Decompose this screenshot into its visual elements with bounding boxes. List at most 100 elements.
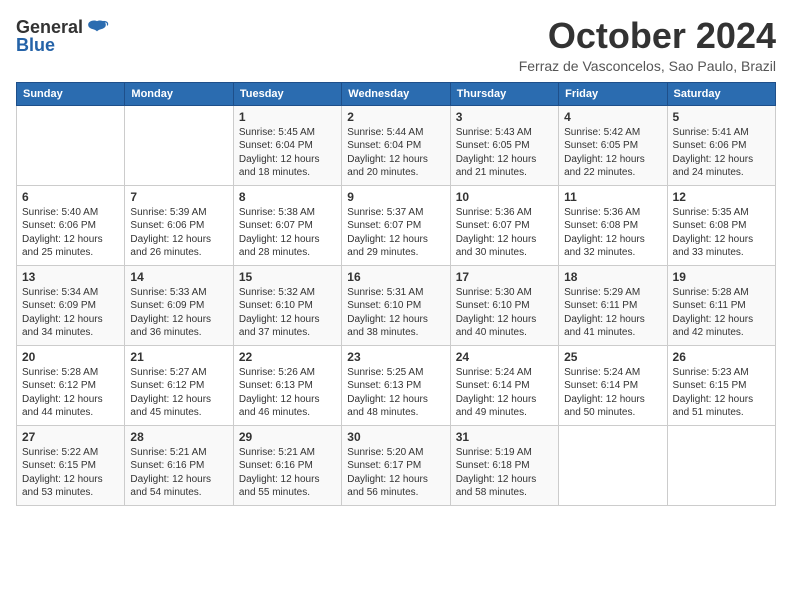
weekday-header-wednesday: Wednesday (342, 82, 450, 105)
title-block: October 2024 Ferraz de Vasconcelos, Sao … (519, 16, 776, 74)
week-row-5: 27Sunrise: 5:22 AM Sunset: 6:15 PM Dayli… (17, 425, 776, 505)
cell-info: Sunrise: 5:25 AM Sunset: 6:13 PM Dayligh… (347, 366, 444, 420)
calendar-cell: 21 Sunrise: 5:27 AM Sunset: 6:12 PM Dayli… (125, 345, 233, 425)
day-number: 24 (456, 350, 553, 364)
cell-info: Sunrise: 5:36 AM Sunset: 6:07 PM Dayligh… (456, 206, 553, 260)
day-number: 11 (564, 190, 661, 204)
calendar-cell: 26 Sunrise: 5:23 AM Sunset: 6:15 PM Dayli… (667, 345, 775, 425)
day-number: 4 (564, 110, 661, 124)
cell-info: Sunrise: 5:42 AM Sunset: 6:05 PM Dayligh… (564, 126, 661, 180)
cell-info: Sunrise: 5:24 AM Sunset: 6:14 PM Dayligh… (456, 366, 553, 420)
week-row-3: 13 Sunrise: 5:34 AM Sunset: 6:09 PM Dayli… (17, 265, 776, 345)
cell-info: Sunrise: 5:27 AM Sunset: 6:12 PM Dayligh… (130, 366, 227, 420)
day-number: 17 (456, 270, 553, 284)
cell-info: Sunrise: 5:32 AM Sunset: 6:10 PM Dayligh… (239, 286, 336, 340)
calendar-cell: 23 Sunrise: 5:25 AM Sunset: 6:13 PM Dayli… (342, 345, 450, 425)
calendar-cell: 30 Sunrise: 5:20 AM Sunset: 6:17 PM Dayli… (342, 425, 450, 505)
calendar-cell: 10 Sunrise: 5:36 AM Sunset: 6:07 PM Dayli… (450, 185, 558, 265)
calendar-cell: 9 Sunrise: 5:37 AM Sunset: 6:07 PM Daylig… (342, 185, 450, 265)
day-number: 16 (347, 270, 444, 284)
calendar-cell: 24 Sunrise: 5:24 AM Sunset: 6:14 PM Dayli… (450, 345, 558, 425)
calendar-cell (17, 105, 125, 185)
calendar-cell: 18 Sunrise: 5:29 AM Sunset: 6:11 PM Dayli… (559, 265, 667, 345)
cell-info: Sunrise: 5:33 AM Sunset: 6:09 PM Dayligh… (130, 286, 227, 340)
day-number: 2 (347, 110, 444, 124)
day-number: 29 (239, 430, 336, 444)
calendar-cell: 15 Sunrise: 5:32 AM Sunset: 6:10 PM Dayli… (233, 265, 341, 345)
logo-bird-icon (85, 16, 109, 40)
calendar-cell: 29 Sunrise: 5:21 AM Sunset: 6:16 PM Dayli… (233, 425, 341, 505)
day-number: 3 (456, 110, 553, 124)
weekday-header-row: SundayMondayTuesdayWednesdayThursdayFrid… (17, 82, 776, 105)
cell-info: Sunrise: 5:20 AM Sunset: 6:17 PM Dayligh… (347, 446, 444, 500)
cell-info: Sunrise: 5:30 AM Sunset: 6:10 PM Dayligh… (456, 286, 553, 340)
cell-info: Sunrise: 5:40 AM Sunset: 6:06 PM Dayligh… (22, 206, 119, 260)
day-number: 25 (564, 350, 661, 364)
cell-info: Sunrise: 5:21 AM Sunset: 6:16 PM Dayligh… (239, 446, 336, 500)
day-number: 5 (673, 110, 770, 124)
day-number: 12 (673, 190, 770, 204)
week-row-4: 20Sunrise: 5:28 AM Sunset: 6:12 PM Dayli… (17, 345, 776, 425)
day-number: 21 (130, 350, 227, 364)
weekday-header-thursday: Thursday (450, 82, 558, 105)
location: Ferraz de Vasconcelos, Sao Paulo, Brazil (519, 58, 776, 74)
cell-info: Sunrise: 5:43 AM Sunset: 6:05 PM Dayligh… (456, 126, 553, 180)
cell-info: Sunrise: 5:24 AM Sunset: 6:14 PM Dayligh… (564, 366, 661, 420)
calendar-cell (125, 105, 233, 185)
weekday-header-sunday: Sunday (17, 82, 125, 105)
day-number: 15 (239, 270, 336, 284)
calendar-cell: 11 Sunrise: 5:36 AM Sunset: 6:08 PM Dayli… (559, 185, 667, 265)
cell-info: Sunrise: 5:29 AM Sunset: 6:11 PM Dayligh… (564, 286, 661, 340)
weekday-header-tuesday: Tuesday (233, 82, 341, 105)
day-number: 7 (130, 190, 227, 204)
calendar-cell: 22 Sunrise: 5:26 AM Sunset: 6:13 PM Dayli… (233, 345, 341, 425)
cell-info: Sunrise: 5:26 AM Sunset: 6:13 PM Dayligh… (239, 366, 336, 420)
week-row-1: 1 Sunrise: 5:45 AM Sunset: 6:04 PM Daylig… (17, 105, 776, 185)
day-number: 23 (347, 350, 444, 364)
calendar-cell (667, 425, 775, 505)
logo: General Blue (16, 16, 109, 56)
calendar-cell: 31 Sunrise: 5:19 AM Sunset: 6:18 PM Dayli… (450, 425, 558, 505)
cell-info: Sunrise: 5:28 AM Sunset: 6:12 PM Dayligh… (22, 366, 119, 420)
cell-info: Sunrise: 5:39 AM Sunset: 6:06 PM Dayligh… (130, 206, 227, 260)
cell-info: Sunrise: 5:38 AM Sunset: 6:07 PM Dayligh… (239, 206, 336, 260)
cell-info: Sunrise: 5:41 AM Sunset: 6:06 PM Dayligh… (673, 126, 770, 180)
day-number: 10 (456, 190, 553, 204)
cell-info: Sunrise: 5:23 AM Sunset: 6:15 PM Dayligh… (673, 366, 770, 420)
calendar-table: SundayMondayTuesdayWednesdayThursdayFrid… (16, 82, 776, 506)
day-number: 18 (564, 270, 661, 284)
calendar-cell: 7 Sunrise: 5:39 AM Sunset: 6:06 PM Daylig… (125, 185, 233, 265)
calendar-cell: 17 Sunrise: 5:30 AM Sunset: 6:10 PM Dayli… (450, 265, 558, 345)
cell-info: Sunrise: 5:44 AM Sunset: 6:04 PM Dayligh… (347, 126, 444, 180)
cell-info: Sunrise: 5:31 AM Sunset: 6:10 PM Dayligh… (347, 286, 444, 340)
calendar-cell: 5 Sunrise: 5:41 AM Sunset: 6:06 PM Daylig… (667, 105, 775, 185)
day-number: 14 (130, 270, 227, 284)
calendar-cell: 14 Sunrise: 5:33 AM Sunset: 6:09 PM Dayli… (125, 265, 233, 345)
weekday-header-saturday: Saturday (667, 82, 775, 105)
page-header: General Blue October 2024 Ferraz de Vasc… (16, 16, 776, 74)
calendar-cell: 28 Sunrise: 5:21 AM Sunset: 6:16 PM Dayli… (125, 425, 233, 505)
day-number: 9 (347, 190, 444, 204)
cell-info: Sunrise: 5:36 AM Sunset: 6:08 PM Dayligh… (564, 206, 661, 260)
day-number: 27 (22, 430, 119, 444)
day-number: 22 (239, 350, 336, 364)
calendar-cell: 20Sunrise: 5:28 AM Sunset: 6:12 PM Dayli… (17, 345, 125, 425)
calendar-cell: 19Sunrise: 5:28 AM Sunset: 6:11 PM Dayli… (667, 265, 775, 345)
day-number: 1 (239, 110, 336, 124)
day-number: 31 (456, 430, 553, 444)
calendar-cell: 6Sunrise: 5:40 AM Sunset: 6:06 PM Daylig… (17, 185, 125, 265)
cell-info: Sunrise: 5:19 AM Sunset: 6:18 PM Dayligh… (456, 446, 553, 500)
calendar-cell: 4 Sunrise: 5:42 AM Sunset: 6:05 PM Daylig… (559, 105, 667, 185)
day-number: 26 (673, 350, 770, 364)
day-number: 28 (130, 430, 227, 444)
cell-info: Sunrise: 5:34 AM Sunset: 6:09 PM Dayligh… (22, 286, 119, 340)
calendar-cell: 8Sunrise: 5:38 AM Sunset: 6:07 PM Daylig… (233, 185, 341, 265)
day-number: 13 (22, 270, 119, 284)
cell-info: Sunrise: 5:45 AM Sunset: 6:04 PM Dayligh… (239, 126, 336, 180)
cell-info: Sunrise: 5:21 AM Sunset: 6:16 PM Dayligh… (130, 446, 227, 500)
calendar-cell: 3 Sunrise: 5:43 AM Sunset: 6:05 PM Daylig… (450, 105, 558, 185)
day-number: 30 (347, 430, 444, 444)
cell-info: Sunrise: 5:37 AM Sunset: 6:07 PM Dayligh… (347, 206, 444, 260)
cell-info: Sunrise: 5:35 AM Sunset: 6:08 PM Dayligh… (673, 206, 770, 260)
calendar-cell: 12 Sunrise: 5:35 AM Sunset: 6:08 PM Dayli… (667, 185, 775, 265)
